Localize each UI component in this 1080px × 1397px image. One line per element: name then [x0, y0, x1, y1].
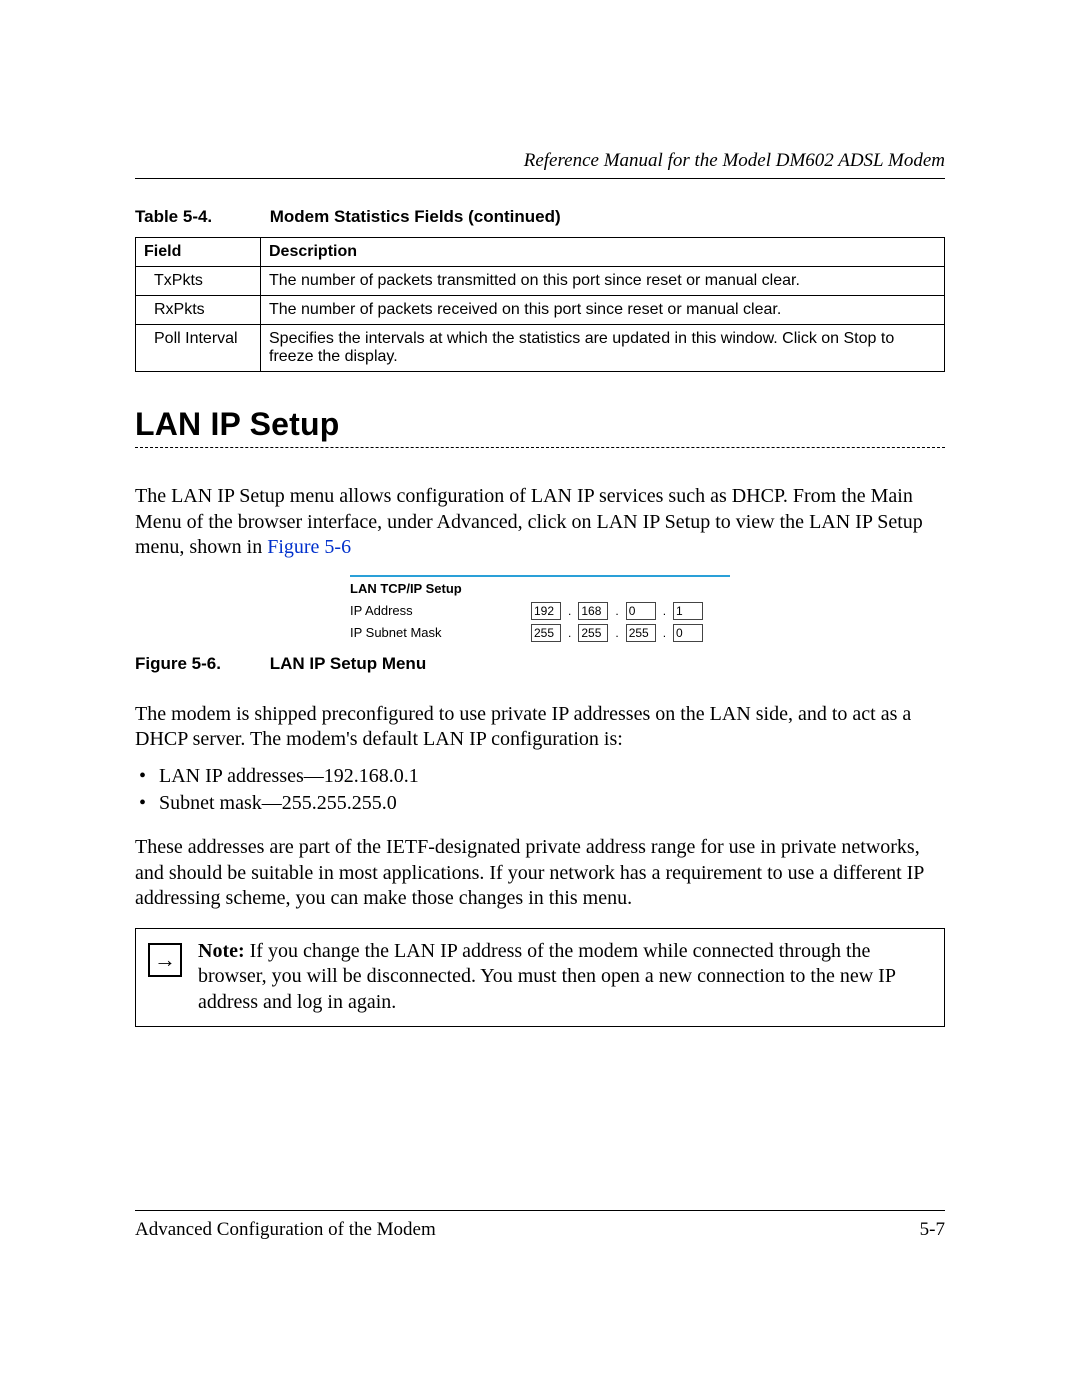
mask-octet-3[interactable] — [626, 624, 656, 642]
cell-field: RxPkts — [136, 296, 261, 325]
subnet-row: IP Subnet Mask . . . — [350, 624, 730, 642]
table-caption: Table 5-4. Modem Statistics Fields (cont… — [135, 207, 945, 227]
cell-desc: Specifies the intervals at which the sta… — [261, 325, 945, 372]
intro-text: The LAN IP Setup menu allows configurati… — [135, 485, 923, 558]
arrow-right-icon: → — [148, 943, 182, 977]
dot-icon: . — [614, 626, 619, 640]
mask-octet-1[interactable] — [531, 624, 561, 642]
note-body: If you change the LAN IP address of the … — [198, 940, 895, 1013]
config-list: LAN IP addresses—192.168.0.1 Subnet mask… — [135, 763, 945, 817]
note-label: Note: — [198, 940, 245, 962]
running-header: Reference Manual for the Model DM602 ADS… — [135, 150, 945, 172]
note-text: Note: If you change the LAN IP address o… — [198, 939, 932, 1016]
footer-page: 5-7 — [920, 1219, 945, 1241]
figure-caption-label: Figure 5-6. — [135, 654, 265, 674]
section-rule — [135, 447, 945, 448]
header-rule — [135, 178, 945, 179]
ip-octet-2[interactable] — [578, 602, 608, 620]
ip-address-row: IP Address . . . — [350, 602, 730, 620]
ip-octet-3[interactable] — [626, 602, 656, 620]
private-range-paragraph: These addresses are part of the IETF-des… — [135, 835, 945, 912]
col-field: Field — [136, 238, 261, 267]
intro-paragraph: The LAN IP Setup menu allows configurati… — [135, 484, 945, 561]
col-description: Description — [261, 238, 945, 267]
page-footer: Advanced Configuration of the Modem 5-7 — [135, 1210, 945, 1241]
cell-field: Poll Interval — [136, 325, 261, 372]
dot-icon: . — [662, 626, 667, 640]
table-row: Poll Interval Specifies the intervals at… — [136, 325, 945, 372]
mask-octet-4[interactable] — [673, 624, 703, 642]
ip-address-label: IP Address — [350, 603, 525, 618]
stats-table: Field Description TxPkts The number of p… — [135, 237, 945, 372]
dot-icon: . — [614, 604, 619, 618]
dot-icon: . — [567, 626, 572, 640]
table-caption-text: Modem Statistics Fields (continued) — [270, 207, 561, 226]
section-heading: LAN IP Setup — [135, 406, 945, 443]
figure-panel-title: LAN TCP/IP Setup — [350, 575, 730, 596]
subnet-label: IP Subnet Mask — [350, 625, 525, 640]
lan-ip-figure: LAN TCP/IP Setup IP Address . . . IP Sub… — [350, 575, 730, 642]
figure-xref[interactable]: Figure 5-6 — [267, 536, 351, 558]
table-row: TxPkts The number of packets transmitted… — [136, 267, 945, 296]
table-row: RxPkts The number of packets received on… — [136, 296, 945, 325]
figure-caption-text: LAN IP Setup Menu — [270, 654, 426, 673]
cell-field: TxPkts — [136, 267, 261, 296]
figure-caption: Figure 5-6. LAN IP Setup Menu — [135, 654, 945, 674]
cell-desc: The number of packets transmitted on thi… — [261, 267, 945, 296]
ip-octet-4[interactable] — [673, 602, 703, 620]
mask-octet-2[interactable] — [578, 624, 608, 642]
dot-icon: . — [662, 604, 667, 618]
list-item: LAN IP addresses—192.168.0.1 — [159, 763, 945, 790]
ip-octet-1[interactable] — [531, 602, 561, 620]
list-item: Subnet mask—255.255.255.0 — [159, 790, 945, 817]
cell-desc: The number of packets received on this p… — [261, 296, 945, 325]
table-caption-label: Table 5-4. — [135, 207, 265, 227]
note-box: → Note: If you change the LAN IP address… — [135, 928, 945, 1027]
footer-rule — [135, 1210, 945, 1211]
default-config-paragraph: The modem is shipped preconfigured to us… — [135, 702, 945, 753]
footer-section: Advanced Configuration of the Modem — [135, 1219, 436, 1241]
table-header-row: Field Description — [136, 238, 945, 267]
dot-icon: . — [567, 604, 572, 618]
